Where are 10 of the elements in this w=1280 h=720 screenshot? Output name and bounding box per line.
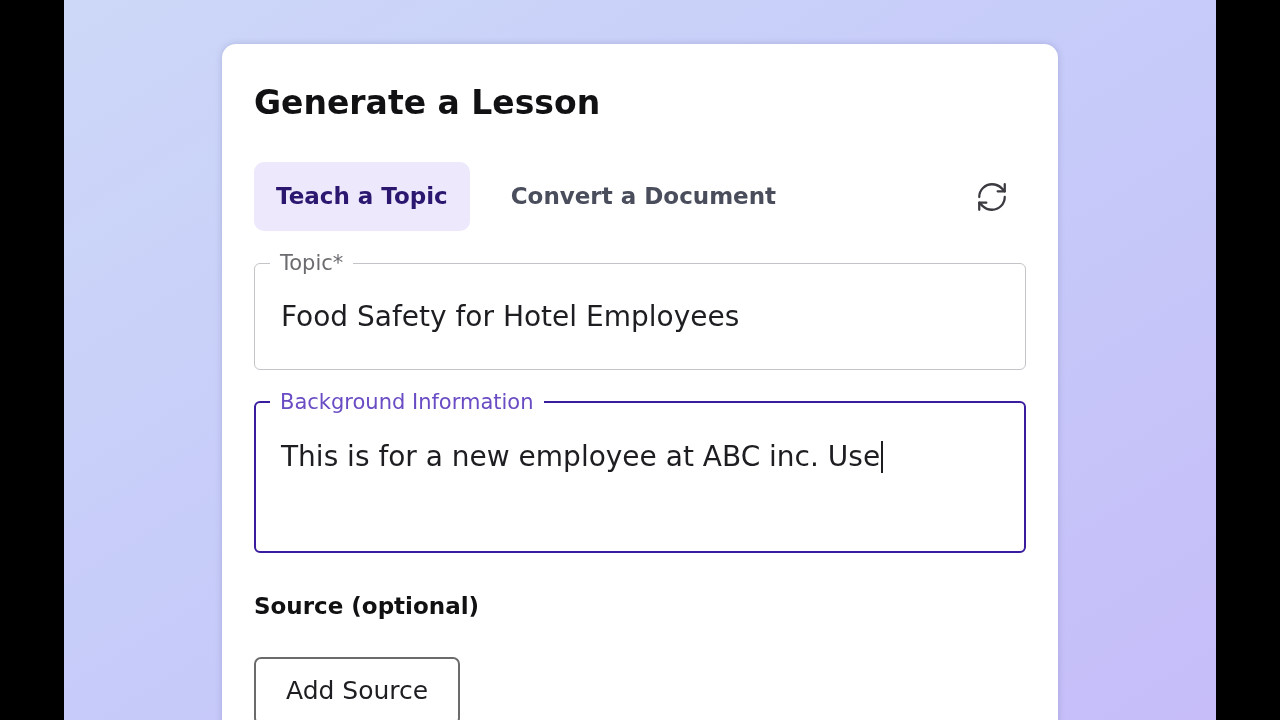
tab[interactable]: Teach a Topic	[254, 162, 470, 231]
section-heading: Source (optional)	[254, 592, 481, 621]
field-label: Background Information	[279, 389, 535, 415]
add-source-button[interactable]: Add Source	[254, 657, 461, 720]
field-label: Topic*	[279, 250, 345, 276]
card-title: Generate a Lesson	[254, 84, 602, 122]
tab[interactable]: Convert a Document	[488, 162, 799, 231]
field-value: Food Safety for Hotel Employees	[281, 299, 740, 335]
field-value: This is for a new employee at ABC inc. Use	[281, 439, 881, 475]
text-cursor-icon	[881, 441, 884, 473]
